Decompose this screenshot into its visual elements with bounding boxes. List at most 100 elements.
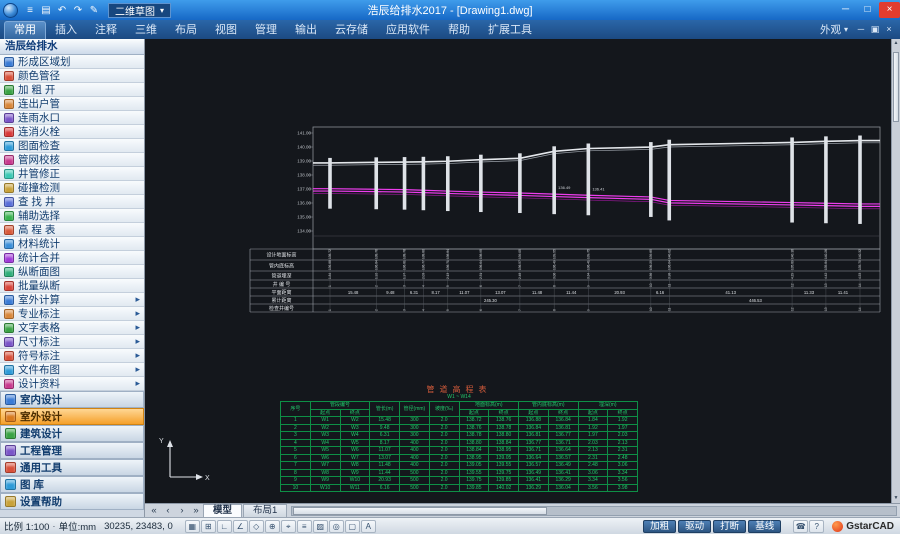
sidebar-tool-item[interactable]: 形成区域划	[0, 55, 144, 69]
status-bar: 比例 1:100 · 单位:mm 30235, 23483, 0 ▦⊞∟∠◇⊕⌖…	[0, 517, 900, 534]
sidebar-tool-item[interactable]: 批量纵断	[0, 279, 144, 293]
ribbon-tab-9[interactable]: 云存储	[326, 22, 377, 39]
voice-assist-icon[interactable]: ☎	[793, 520, 808, 533]
ribbon-tab-6[interactable]: 视图	[206, 22, 246, 39]
layout-tab[interactable]: 布局1	[243, 504, 287, 517]
workspace-dropdown[interactable]: 二维草图 ▾	[108, 3, 171, 18]
minimize-button[interactable]: ─	[835, 2, 856, 18]
sidebar-tool-item[interactable]: 统计合并	[0, 251, 144, 265]
osnap-icon[interactable]: ◇	[249, 520, 264, 533]
sidebar-tool-item[interactable]: 连雨水口	[0, 111, 144, 125]
sidebar-tool-item[interactable]: 井管修正	[0, 167, 144, 181]
doc-close-button[interactable]: ×	[882, 24, 896, 35]
horizontal-scrollbar[interactable]	[291, 506, 897, 516]
submenu-label: 专业标注	[18, 306, 60, 321]
statusbar-toggle-4[interactable]: 基线	[748, 520, 781, 533]
sidebar-tool-item[interactable]: 碰撞检测	[0, 181, 144, 195]
svg-text:8: 8	[552, 309, 556, 311]
ribbon-tab-5[interactable]: 布局	[166, 22, 206, 39]
scroll-up-icon[interactable]: ▲	[892, 39, 900, 48]
statusbar-toggle-3[interactable]: 打断	[713, 520, 746, 533]
sidebar-section-2[interactable]: 室外设计	[0, 408, 144, 425]
polar-track-icon[interactable]: ∠	[233, 520, 248, 533]
sidebar-tool-item[interactable]: 纵断面图	[0, 265, 144, 279]
help-icon[interactable]: ?	[809, 520, 824, 533]
ribbon-tab-11[interactable]: 帮助	[439, 22, 479, 39]
find-well-icon	[4, 197, 14, 207]
ribbon-tab-10[interactable]: 应用软件	[377, 22, 439, 39]
sidebar-submenu-item[interactable]: 室外计算▸	[0, 293, 144, 307]
vertical-scroll-track[interactable]	[892, 48, 900, 494]
snap-icon[interactable]: ⊞	[201, 520, 216, 533]
next-layout-button[interactable]: ›	[175, 505, 189, 516]
cycle-select-icon[interactable]: ◎	[329, 520, 344, 533]
sidebar-section-7[interactable]: 设置帮助	[0, 493, 144, 510]
sidebar-section-3[interactable]: 建筑设计	[0, 425, 144, 442]
model-space[interactable]: 141.00140.00139.00138.00137.00136.00135.…	[145, 39, 891, 503]
ribbon-tab-7[interactable]: 管理	[246, 22, 286, 39]
grid-icon[interactable]: ▦	[185, 520, 200, 533]
ribbon-tab-12[interactable]: 扩展工具	[479, 22, 541, 39]
separator-dot: ·	[52, 521, 55, 532]
svg-text:135.84: 135.84	[824, 260, 828, 270]
doc-restore-button[interactable]: ▣	[868, 24, 882, 35]
sidebar-tool-item[interactable]: 辅助选择	[0, 209, 144, 223]
app-menu-icon[interactable]: ≡	[22, 5, 38, 16]
app-logo-icon[interactable]	[3, 3, 18, 18]
scroll-down-icon[interactable]: ▼	[892, 494, 900, 503]
sidebar-section-4[interactable]: 工程管理	[0, 442, 144, 459]
ribbon-tab-1[interactable]: 常用	[4, 21, 46, 39]
sidebar-submenu-item[interactable]: 文件布图▸	[0, 363, 144, 377]
ribbon-tab-8[interactable]: 输出	[286, 22, 326, 39]
first-layout-button[interactable]: «	[147, 505, 161, 516]
annotation-scale-icon[interactable]: ▢	[345, 520, 360, 533]
sidebar-tool-item[interactable]: 颜色管径	[0, 69, 144, 83]
close-button[interactable]: ×	[879, 2, 900, 18]
sidebar-tool-item[interactable]: 高 程 表	[0, 223, 144, 237]
statusbar-toggle-1[interactable]: 加粗	[643, 520, 676, 533]
submenu-arrow-icon: ▸	[135, 378, 140, 389]
sidebar-tool-item[interactable]: 连消火栓	[0, 125, 144, 139]
last-layout-button[interactable]: »	[189, 505, 203, 516]
plot-icon[interactable]: ✎	[86, 5, 102, 16]
svg-text:4.29: 4.29	[790, 273, 794, 279]
sidebar-tool-item[interactable]: 连出户管	[0, 97, 144, 111]
sidebar-tool-item[interactable]: 管网校核	[0, 153, 144, 167]
statusbar-toggle-2[interactable]: 驱动	[678, 520, 711, 533]
transparency-icon[interactable]: ▨	[313, 520, 328, 533]
sidebar-section-1[interactable]: 室内设计	[0, 391, 144, 408]
dyn-input-icon[interactable]: ⌖	[281, 520, 296, 533]
prev-layout-button[interactable]: ‹	[161, 505, 175, 516]
sidebar-submenu-item[interactable]: 专业标注▸	[0, 307, 144, 321]
sidebar-tool-item[interactable]: 图面检查	[0, 139, 144, 153]
save-icon[interactable]: ▤	[38, 5, 54, 16]
sidebar-submenu-item[interactable]: 尺寸标注▸	[0, 335, 144, 349]
horizontal-scroll-thumb[interactable]	[293, 507, 547, 515]
vertical-scrollbar[interactable]: ▲ ▼	[891, 39, 900, 503]
sidebar-submenu-item[interactable]: 符号标注▸	[0, 349, 144, 363]
svg-text:136.81: 136.81	[403, 260, 407, 270]
sidebar-tool-item[interactable]: 加 粗 开	[0, 83, 144, 97]
lineweight-icon[interactable]: ≡	[297, 520, 312, 533]
redo-icon[interactable]: ↷	[70, 5, 86, 16]
ribbon-tab-4[interactable]: 三维	[126, 22, 166, 39]
annotation-visibility-icon[interactable]: A	[361, 520, 376, 533]
sidebar-submenu-item[interactable]: 设计资料▸	[0, 377, 144, 391]
ortho-icon[interactable]: ∟	[217, 520, 232, 533]
batch-profile-icon	[4, 281, 14, 291]
doc-minimize-button[interactable]: ─	[854, 24, 868, 35]
ribbon-tab-3[interactable]: 注释	[86, 22, 126, 39]
sidebar-submenu-item[interactable]: 文字表格▸	[0, 321, 144, 335]
sidebar-section-5[interactable]: 通用工具	[0, 459, 144, 476]
vertical-scroll-thumb[interactable]	[893, 52, 899, 122]
svg-text:11.44: 11.44	[566, 290, 577, 295]
model-tab[interactable]: 模型	[203, 504, 242, 517]
appearance-menu[interactable]: 外观 ▾	[820, 22, 848, 37]
undo-icon[interactable]: ↶	[54, 5, 70, 16]
sidebar-tool-item[interactable]: 查 找 井	[0, 195, 144, 209]
otrack-icon[interactable]: ⊕	[265, 520, 280, 533]
sidebar-section-6[interactable]: 图 库	[0, 476, 144, 493]
sidebar-tool-item[interactable]: 材料统计	[0, 237, 144, 251]
maximize-button[interactable]: □	[857, 2, 878, 18]
ribbon-tab-2[interactable]: 插入	[46, 22, 86, 39]
